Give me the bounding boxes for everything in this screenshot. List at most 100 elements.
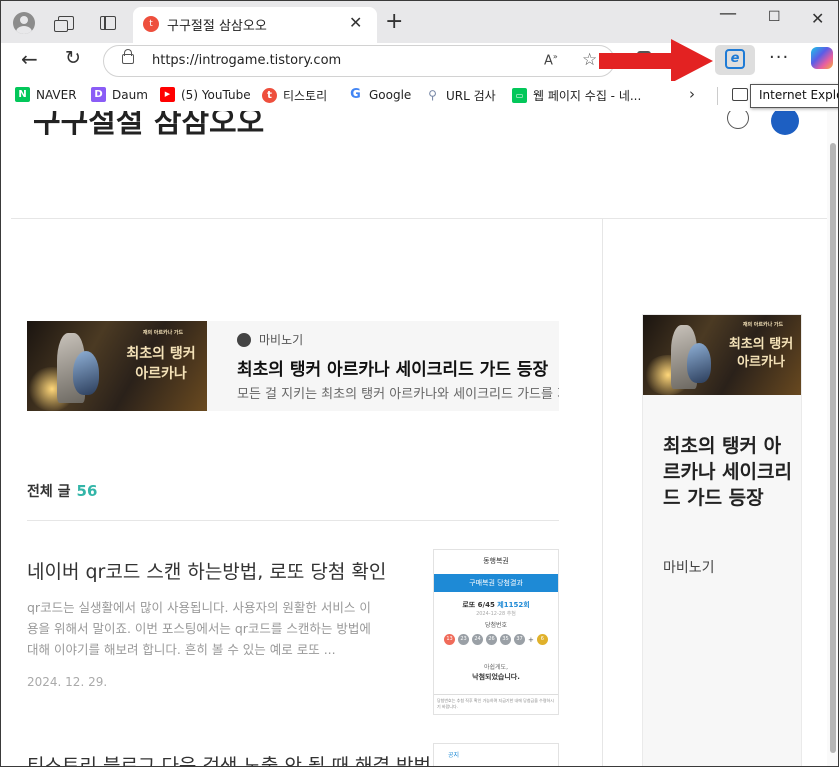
thumb-sub-text: 아르카나: [737, 355, 785, 370]
tistory-icon: t: [262, 88, 277, 103]
tab-title: 구구절절 삼삼오오: [167, 19, 267, 34]
back-button[interactable]: ←: [21, 47, 38, 71]
lotto-ball: 37: [514, 634, 525, 645]
tab-active[interactable]: t 구구절절 삼삼오오 ✕: [133, 7, 377, 43]
bookmark-youtube[interactable]: ▶ (5) YouTube: [160, 87, 251, 102]
post-thumbnail[interactable]: 공지: [433, 743, 559, 766]
bookmark-label: URL 검사: [446, 89, 496, 103]
url-text[interactable]: https://introgame.tistory.com: [152, 53, 341, 68]
avatar[interactable]: [771, 111, 799, 135]
post-excerpt: qr코드는 실생활에서 많이 사용됩니다. 사용자의 원활한 서비스 이용을 위…: [27, 600, 371, 657]
lock-icon[interactable]: [122, 49, 134, 64]
maximize-button[interactable]: ☐: [768, 9, 781, 25]
sidebar-post-title[interactable]: 최초의 탱커 아르카나 세이크리드 가드 등장: [663, 433, 793, 511]
featured-description: 모든 걸 지키는 최초의 탱커 아르카나와 세이크리드 가드를 지: [237, 387, 559, 402]
lotto-ball: 24: [472, 634, 483, 645]
tooltip: Internet Explorer: [750, 84, 838, 108]
sidebar-featured-card[interactable]: 재의 아르카나 가드 최초의 탱커 아르카나 최초의 탱커 아르카나 세이크리드…: [642, 314, 802, 766]
lotto-date: 2024-12-28 추첨: [476, 611, 516, 617]
bookmark-label: 웹 페이지 수집 - 네...: [533, 89, 642, 103]
scrollbar[interactable]: [827, 111, 838, 766]
read-aloud-icon[interactable]: A»: [544, 52, 558, 68]
daum-icon: D: [91, 87, 106, 102]
tab-close-button[interactable]: ✕: [349, 13, 362, 32]
list-divider: [27, 520, 559, 521]
featured-category[interactable]: 마비노기: [259, 331, 303, 348]
featured-thumbnail: 재의 아르카나 가드 최초의 탱커 아르카나: [27, 321, 207, 411]
category-icon: [237, 333, 251, 347]
featured-title[interactable]: 최초의 탱커 아르카나 세이크리드 가드 등장: [237, 355, 548, 380]
thumb-banner-text: 최초의 탱커: [728, 337, 794, 352]
lotto-band: 구매복권 당첨결과: [434, 574, 558, 592]
header-divider: [11, 218, 827, 219]
bookmark-label: 티스토리: [283, 89, 328, 103]
blog-title[interactable]: 구구절절 삼삼오오: [33, 111, 264, 141]
refresh-button[interactable]: ↻: [65, 47, 81, 69]
internet-explorer-icon: e: [725, 49, 745, 69]
address-bar[interactable]: https://introgame.tistory.com A» ☆: [103, 45, 615, 77]
lotto-balls: 13 23 24 26 35 37 + 6: [444, 634, 552, 645]
bookmark-daum[interactable]: D Daum: [91, 87, 148, 102]
webpage-collect-icon: ▭: [512, 88, 527, 103]
bookmarks-bar: N NAVER D Daum ▶ (5) YouTube t 티스토리 G Go…: [1, 81, 838, 111]
workspaces-icon[interactable]: [53, 10, 79, 36]
post-title[interactable]: 네이버 qr코드 스캔 하는방법, 로또 당첨 확인: [27, 557, 386, 584]
bookmark-label: NAVER: [36, 87, 77, 102]
lotto-ball: 23: [458, 634, 469, 645]
sidebar-divider: [602, 218, 603, 766]
lotto-bonus-ball: 6: [536, 634, 548, 645]
post-title[interactable]: 티스토리 블로그 다음 검색 노출 안 될 때 해결 방법: [27, 751, 431, 766]
ie-mode-button[interactable]: e: [715, 45, 755, 75]
bookmark-naver[interactable]: N NAVER: [15, 87, 77, 102]
bookmark-tistory[interactable]: t 티스토리: [262, 87, 327, 104]
bookmark-webpage-collect[interactable]: ▭ 웹 페이지 수집 - 네...: [512, 87, 641, 104]
bookmark-label: Google: [369, 87, 412, 102]
thumb-small-text: 재의 아르카나 가드: [142, 330, 184, 336]
browser-window: t 구구절절 삼삼오오 ✕ + — ☐ ✕ ← ↻ https://introg…: [0, 0, 839, 767]
window-close-button[interactable]: ✕: [811, 9, 824, 28]
bookmark-label: (5) YouTube: [181, 87, 251, 102]
lotto-ball: 26: [486, 634, 497, 645]
post-thumbnail[interactable]: 동행복권 구매복권 당첨결과 로또 6/45 제1152회 2024-12-28…: [433, 549, 559, 715]
search-icon[interactable]: [727, 111, 749, 129]
red-arrow-annotation: [599, 39, 713, 83]
page-content: 구구절절 삼삼오오 재의 아르카나 가드 최초의 탱커 아르카나 마비노기 최초…: [11, 111, 827, 766]
lotto-ball: 13: [444, 634, 455, 645]
minimize-button[interactable]: —: [719, 3, 737, 24]
vertical-tabs-icon[interactable]: [95, 10, 121, 36]
post-thumb-label: 공지: [448, 752, 460, 759]
naver-icon: N: [15, 87, 30, 102]
lotto-ball: 35: [500, 634, 511, 645]
lotto-footnote: 당첨번호는 추첨 직후 확인 가능하며 지급기한 내에 당첨금을 수령하시기 바…: [434, 694, 558, 714]
folder-icon[interactable]: [732, 88, 748, 101]
bookmark-url-check[interactable]: ⚲ URL 검사: [425, 87, 496, 104]
bookmark-google[interactable]: G Google: [348, 87, 411, 102]
all-posts-label: 전체 글: [27, 484, 71, 500]
sidebar-post-category[interactable]: 마비노기: [663, 557, 715, 577]
favorite-star-icon[interactable]: ☆: [582, 50, 597, 70]
lotto-result: 낙첨되었습니다.: [472, 673, 520, 681]
all-posts-heading: 전체 글 56: [27, 481, 97, 501]
sidebar-thumbnail: 재의 아르카나 가드 최초의 탱커 아르카나: [643, 315, 801, 395]
chevron-right-icon[interactable]: ›: [689, 85, 695, 103]
profile-icon[interactable]: [11, 10, 37, 36]
all-posts-count: 56: [76, 482, 98, 500]
thumb-sub-text: 아르카나: [135, 366, 187, 382]
more-menu-button[interactable]: ···: [769, 47, 789, 68]
thumb-small-text: 재의 아르카나 가드: [742, 322, 784, 328]
featured-post-card[interactable]: 재의 아르카나 가드 최초의 탱커 아르카나 마비노기 최초의 탱커 아르카나 …: [27, 321, 559, 411]
copilot-icon[interactable]: [811, 47, 833, 69]
lotto-sub: 당첨번호: [484, 622, 508, 629]
lotto-logo: 동행복권: [483, 557, 509, 565]
google-icon: G: [350, 87, 361, 102]
new-tab-button[interactable]: +: [385, 9, 403, 34]
divider: [717, 87, 718, 105]
url-check-icon: ⚲: [428, 88, 437, 102]
bookmark-label: Daum: [112, 87, 148, 102]
youtube-icon: ▶: [160, 87, 175, 102]
thumb-banner-text: 최초의 탱커: [126, 346, 196, 362]
lotto-msg: 아쉽게도,: [484, 664, 508, 671]
scrollbar-thumb[interactable]: [830, 143, 836, 753]
post-date: 2024. 12. 29.: [27, 675, 108, 689]
tistory-icon: t: [143, 16, 159, 32]
